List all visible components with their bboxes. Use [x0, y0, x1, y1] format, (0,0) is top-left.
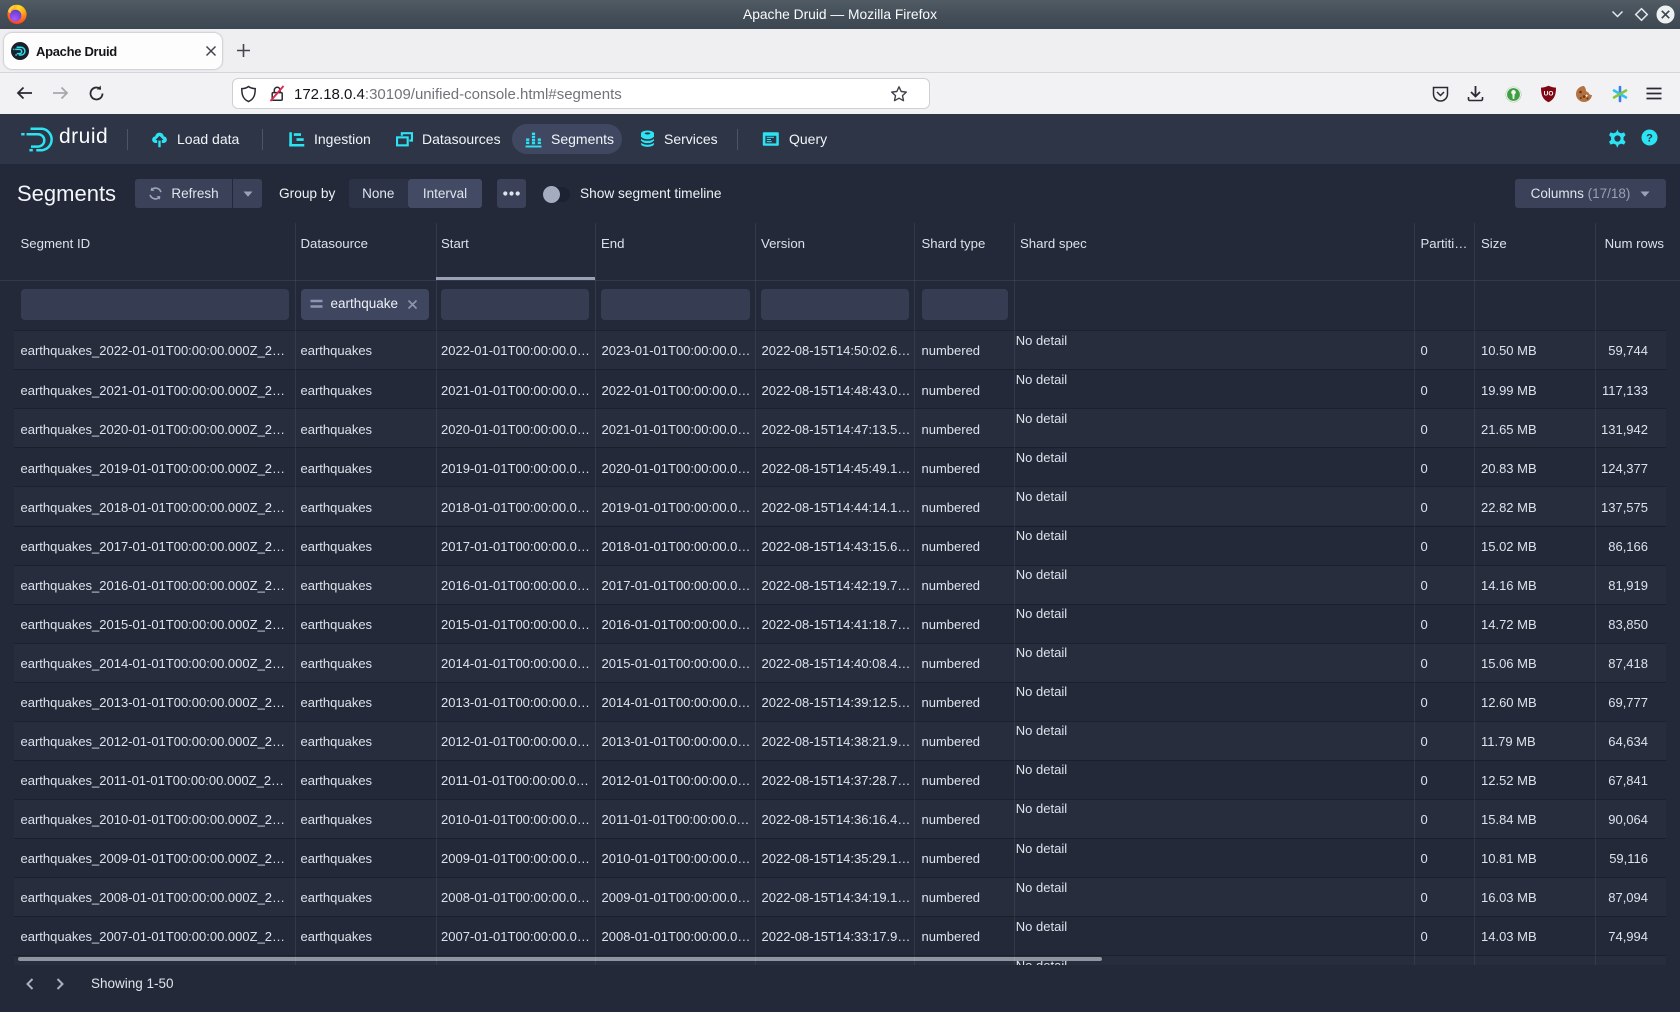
svg-text:UO: UO	[1544, 91, 1554, 98]
svg-text:?: ?	[1646, 132, 1653, 144]
